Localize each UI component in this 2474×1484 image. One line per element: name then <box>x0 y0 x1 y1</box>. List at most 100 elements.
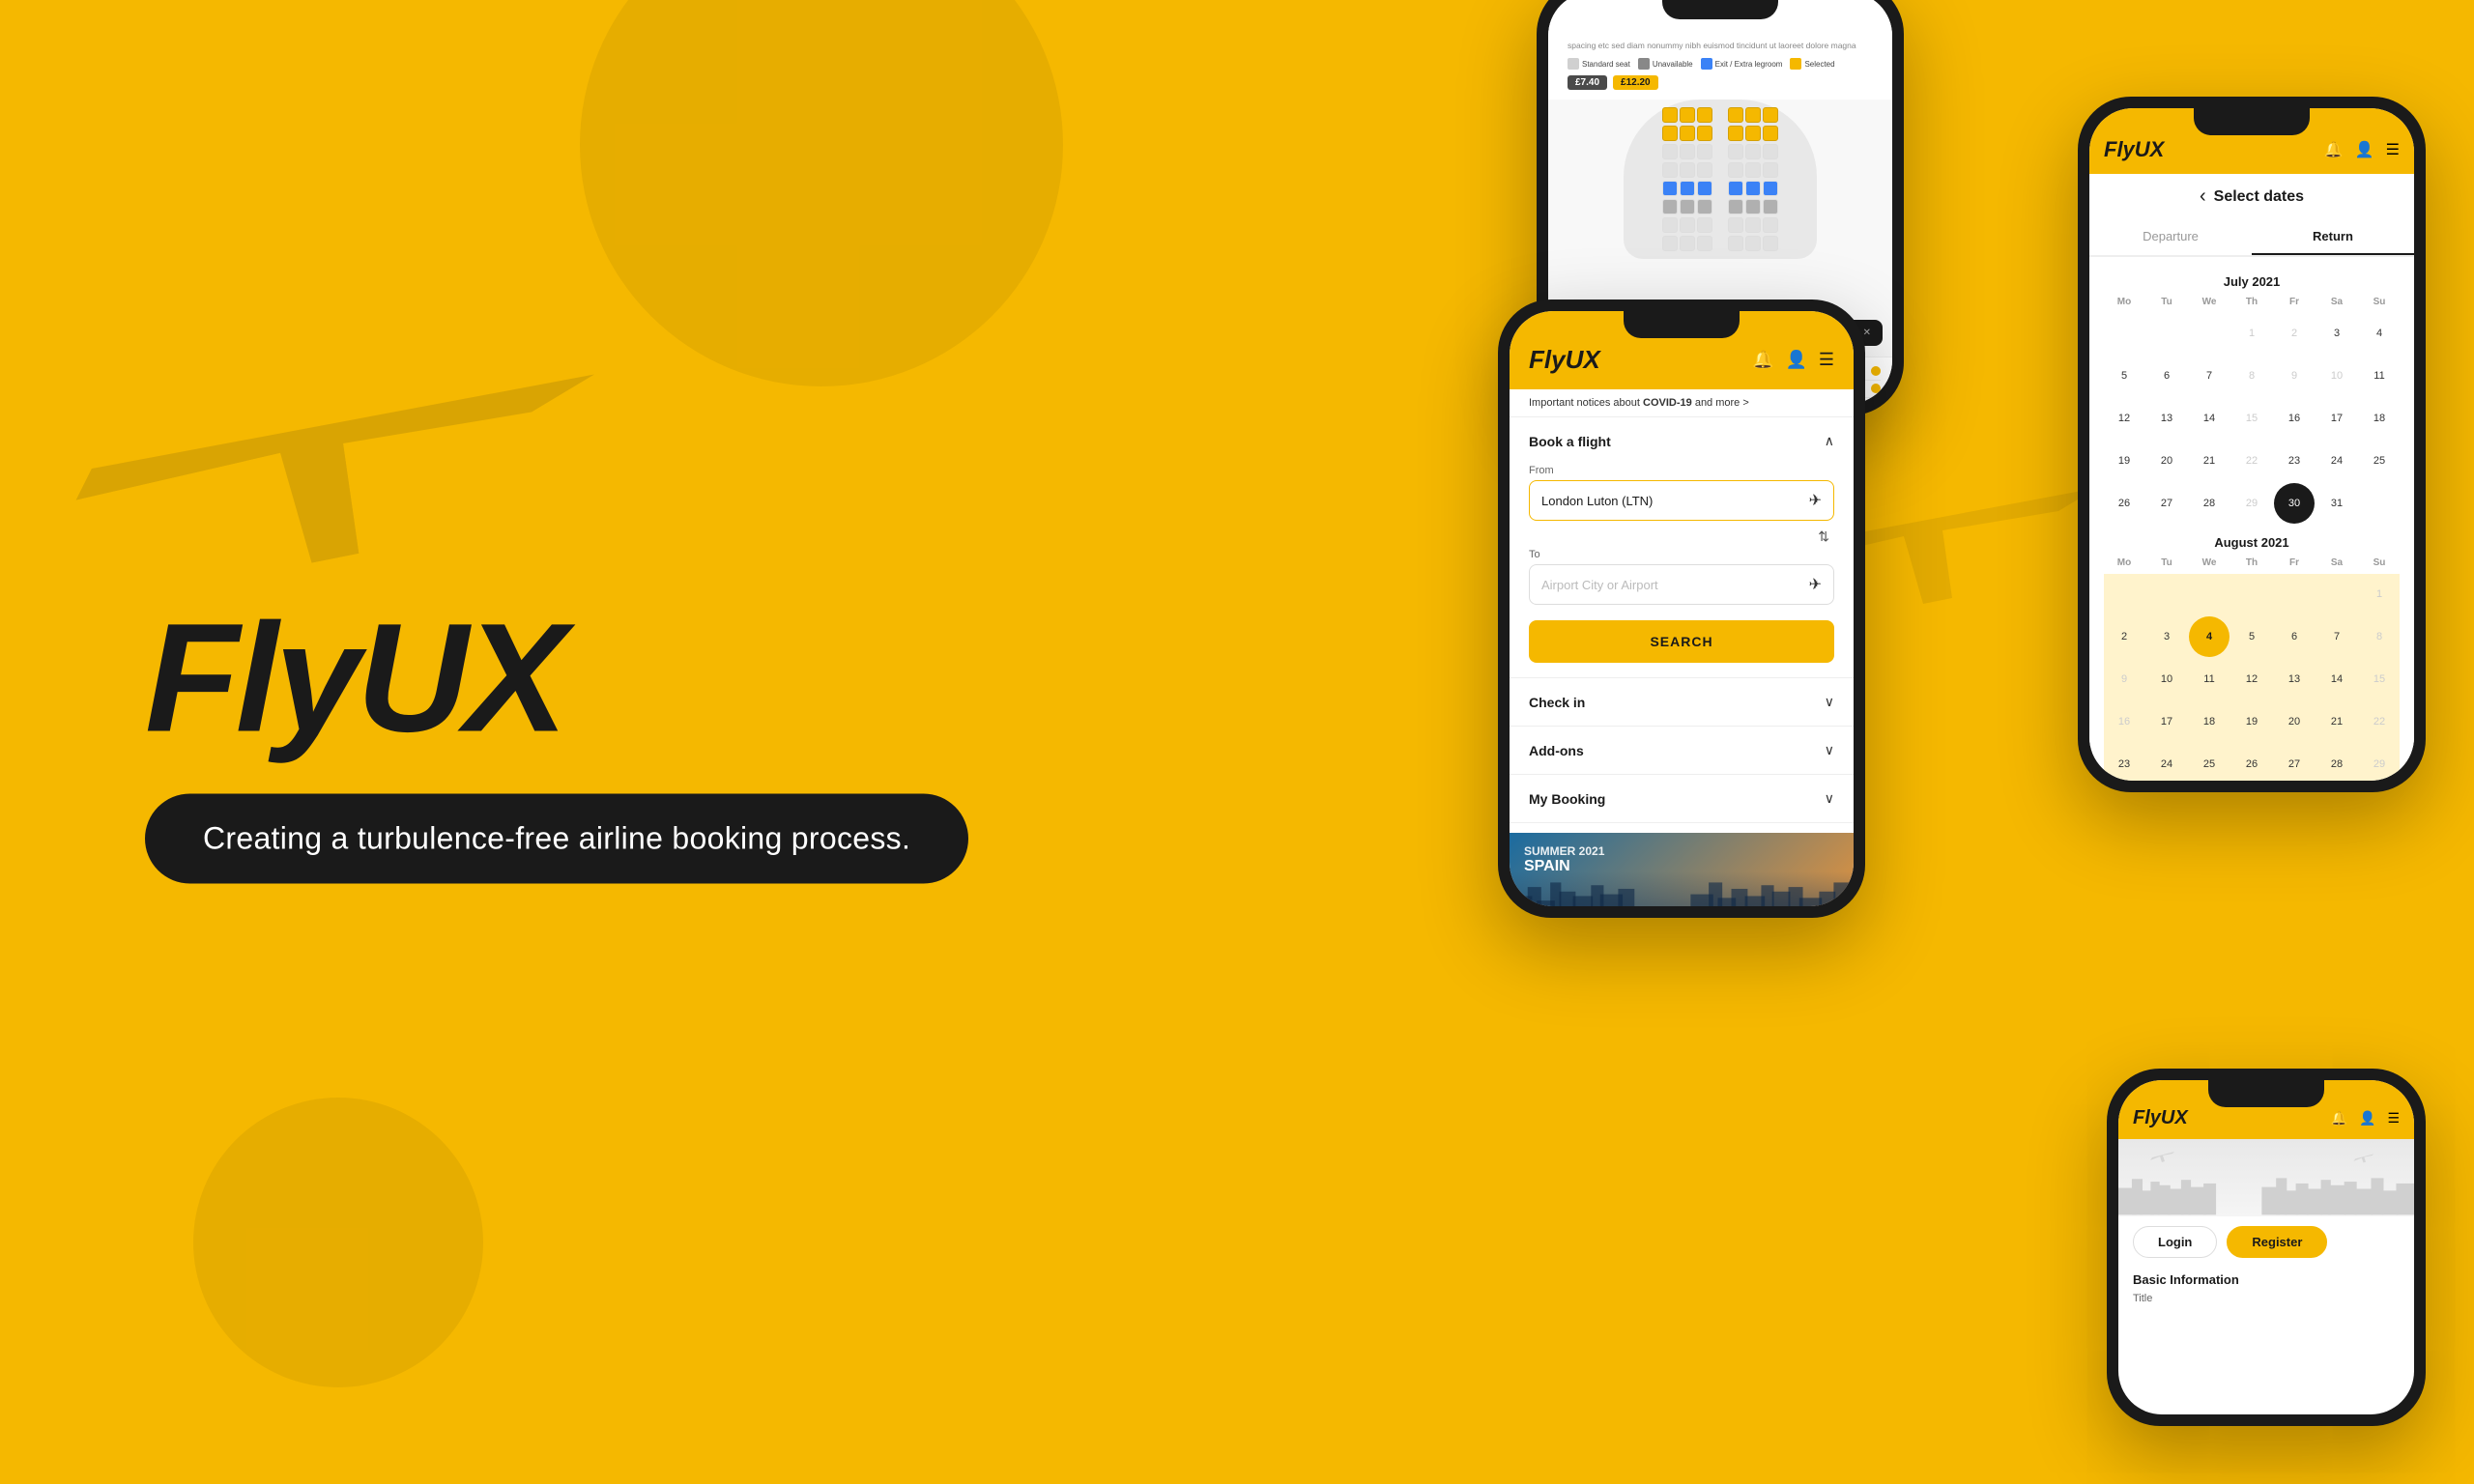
cal-cell[interactable]: 21 <box>2316 701 2357 742</box>
cal-cell[interactable]: 25 <box>2359 441 2400 481</box>
check-in-header[interactable]: Check in ∨ <box>1510 678 1854 726</box>
my-booking-header[interactable]: My Booking ∨ <box>1510 775 1854 822</box>
user-icon[interactable]: 👤 <box>1785 350 1806 370</box>
add-ons-header[interactable]: Add-ons ∨ <box>1510 727 1854 774</box>
cal-cell[interactable]: 9 <box>2104 659 2144 699</box>
cal-cell[interactable]: 3 <box>2316 313 2357 354</box>
to-placeholder: Airport City or Airport <box>1541 578 1809 592</box>
cal-cell[interactable]: 26 <box>2231 744 2272 781</box>
cal-cell[interactable]: 29 <box>2231 483 2272 524</box>
cal-cell[interactable]: 8 <box>2359 616 2400 657</box>
cal-cell[interactable]: 14 <box>2316 659 2357 699</box>
calendar-menu-icon[interactable]: ☰ <box>2386 140 2400 159</box>
cal-cell[interactable]: 27 <box>2274 744 2315 781</box>
search-button[interactable]: SEARCH <box>1529 620 1834 663</box>
cal-cell[interactable]: 20 <box>2146 441 2187 481</box>
cal-cell[interactable]: 17 <box>2146 701 2187 742</box>
cal-cell[interactable]: 24 <box>2316 441 2357 481</box>
book-flight-arrow: ∧ <box>1825 433 1834 449</box>
cal-cell[interactable]: 4 <box>2359 313 2400 354</box>
phone-notch-calendar <box>2194 108 2310 135</box>
cal-cell[interactable]: 10 <box>2146 659 2187 699</box>
login-menu-icon[interactable]: ☰ <box>2387 1110 2400 1127</box>
cal-cell[interactable]: 5 <box>2104 356 2144 396</box>
calendar-logo: FlyUX <box>2104 137 2164 162</box>
cal-cell[interactable]: 20 <box>2274 701 2315 742</box>
cal-cell[interactable]: 17 <box>2316 398 2357 439</box>
register-tab[interactable]: Register <box>2227 1226 2327 1258</box>
cal-cell[interactable]: 13 <box>2274 659 2315 699</box>
cal-cell-today[interactable]: 30 <box>2274 483 2315 524</box>
cal-cell[interactable]: 2 <box>2274 313 2315 354</box>
cal-cell[interactable]: 26 <box>2104 483 2144 524</box>
return-tab[interactable]: Return <box>2252 219 2414 255</box>
promo-banner[interactable]: SUMMER 2021 SPAIN <box>1510 833 1854 906</box>
cal-cell[interactable]: 9 <box>2274 356 2315 396</box>
login-bell-icon[interactable]: 🔔 <box>2331 1110 2347 1127</box>
add-ons-label: Add-ons <box>1529 743 1584 758</box>
from-input[interactable]: London Luton (LTN) ✈ <box>1529 480 1834 521</box>
cal-cell[interactable]: 24 <box>2146 744 2187 781</box>
calendar-user-icon[interactable]: 👤 <box>2355 140 2374 159</box>
cal-cell[interactable]: 1 <box>2231 313 2272 354</box>
swap-icon[interactable]: ⇅ <box>1818 528 1829 545</box>
cal-cell[interactable]: 31 <box>2316 483 2357 524</box>
cal-cell[interactable]: 14 <box>2189 398 2229 439</box>
cal-cell[interactable]: 19 <box>2104 441 2144 481</box>
seat-row-3 <box>1662 144 1778 159</box>
cal-cell[interactable]: 10 <box>2316 356 2357 396</box>
july-days-header: Mo Tu We Th Fr Sa Su <box>2104 295 2400 309</box>
notice-bar[interactable]: Important notices about COVID-19 and mor… <box>1510 389 1854 417</box>
login-tab[interactable]: Login <box>2133 1226 2217 1258</box>
cal-cell[interactable]: 23 <box>2104 744 2144 781</box>
cal-cell[interactable]: 18 <box>2359 398 2400 439</box>
cal-cell[interactable]: 16 <box>2274 398 2315 439</box>
cal-cell[interactable]: 5 <box>2231 616 2272 657</box>
cal-cell[interactable]: 11 <box>2359 356 2400 396</box>
seat-row-exit <box>1662 181 1778 196</box>
cal-cell[interactable]: 8 <box>2231 356 2272 396</box>
bell-icon[interactable]: 🔔 <box>1752 350 1773 370</box>
cal-cell[interactable]: 7 <box>2189 356 2229 396</box>
cal-cell[interactable]: 25 <box>2189 744 2229 781</box>
my-booking-label: My Booking <box>1529 791 1605 807</box>
cal-cell[interactable]: 12 <box>2104 398 2144 439</box>
departure-tab[interactable]: Departure <box>2089 219 2252 255</box>
book-flight-header[interactable]: Book a flight ∧ <box>1510 417 1854 465</box>
to-input[interactable]: Airport City or Airport ✈ <box>1529 564 1834 605</box>
cal-cell[interactable]: 23 <box>2274 441 2315 481</box>
cal-cell[interactable]: 22 <box>2231 441 2272 481</box>
cal-cell[interactable]: 29 <box>2359 744 2400 781</box>
cal-cell[interactable]: 15 <box>2359 659 2400 699</box>
cal-cell[interactable]: 21 <box>2189 441 2229 481</box>
cal-cell[interactable]: 15 <box>2231 398 2272 439</box>
august-title: August 2021 <box>2104 535 2400 550</box>
rebook-close-icon[interactable]: ✕ <box>1863 328 1871 338</box>
check-in-label: Check in <box>1529 695 1585 710</box>
from-label: From <box>1529 465 1834 476</box>
login-user-icon[interactable]: 👤 <box>2359 1110 2375 1127</box>
cal-cell[interactable]: 19 <box>2231 701 2272 742</box>
cal-cell[interactable]: 7 <box>2316 616 2357 657</box>
menu-icon[interactable]: ☰ <box>1819 350 1834 370</box>
cal-cell[interactable]: 6 <box>2146 356 2187 396</box>
cal-cell[interactable]: 2 <box>2104 616 2144 657</box>
cal-cell[interactable]: 1 <box>2359 574 2400 614</box>
back-arrow[interactable]: ‹ <box>2200 186 2206 208</box>
cal-cell[interactable]: 28 <box>2316 744 2357 781</box>
cal-cell[interactable]: 11 <box>2189 659 2229 699</box>
cal-cell[interactable]: 16 <box>2104 701 2144 742</box>
cal-cell[interactable]: 28 <box>2189 483 2229 524</box>
cal-cell[interactable]: 22 <box>2359 701 2400 742</box>
cal-cell-selected[interactable]: 4 <box>2189 616 2229 657</box>
cal-cell[interactable]: 3 <box>2146 616 2187 657</box>
check-in-arrow: ∨ <box>1825 694 1834 710</box>
cal-cell[interactable]: 6 <box>2274 616 2315 657</box>
cal-cell[interactable]: 18 <box>2189 701 2229 742</box>
plane-depart-icon: ✈ <box>1809 491 1822 510</box>
cal-cell[interactable]: 13 <box>2146 398 2187 439</box>
cal-cell[interactable]: 12 <box>2231 659 2272 699</box>
brand-title: FlyUX <box>145 601 968 756</box>
cal-cell[interactable]: 27 <box>2146 483 2187 524</box>
calendar-bell-icon[interactable]: 🔔 <box>2324 140 2344 159</box>
